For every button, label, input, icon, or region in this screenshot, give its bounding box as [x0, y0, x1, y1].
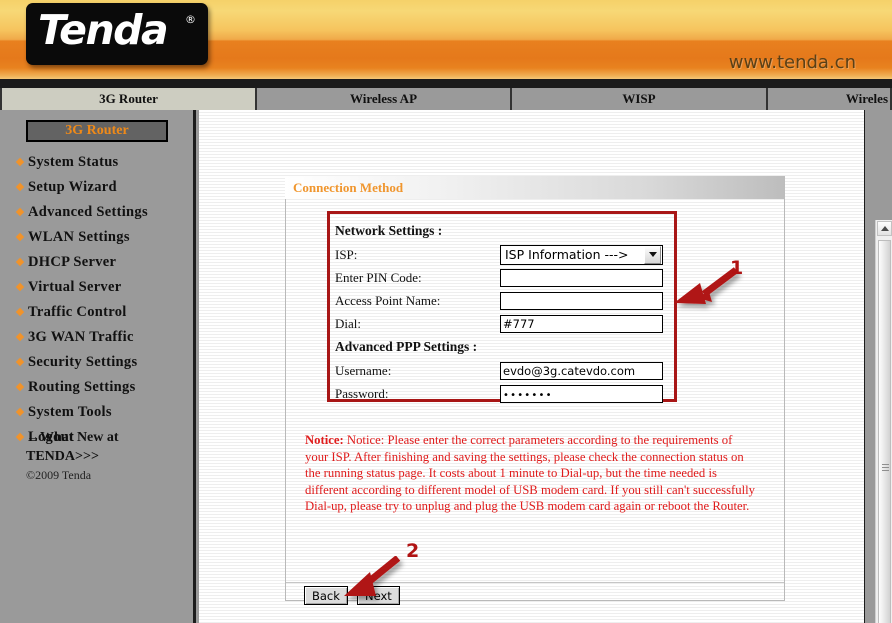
password-input[interactable]: ••••••• [500, 384, 663, 403]
diamond-bullet-icon [15, 332, 25, 342]
username-label: Username: [335, 362, 392, 378]
sidebar-item-wlan-settings[interactable]: WLAN Settings [0, 225, 196, 250]
banner-divider [0, 79, 892, 88]
sidebar-item-routing-settings[interactable]: Routing Settings [0, 375, 196, 400]
diamond-bullet-icon [15, 282, 25, 292]
mode-tab-bar: 3G Router Wireless AP WISP Wireles [0, 88, 892, 110]
sidebar-item-traffic-control[interactable]: Traffic Control [0, 300, 196, 325]
tab-wireless-ap[interactable]: Wireless AP [257, 88, 512, 110]
diamond-bullet-icon [15, 232, 25, 242]
sidebar-item-label: System Tools [28, 404, 112, 420]
dial-input[interactable] [500, 314, 663, 333]
sidebar-item-label: Security Settings [28, 354, 138, 370]
sidebar-item-label: WLAN Settings [28, 229, 130, 245]
sidebar-item-label: Setup Wizard [28, 179, 117, 195]
sidebar-item-label: Traffic Control [28, 304, 127, 320]
advanced-ppp-heading: Advanced PPP Settings : [335, 339, 478, 354]
sidebar-item-label: Advanced Settings [28, 204, 148, 220]
page-title: Connection Method [293, 179, 404, 195]
page-scrollbar[interactable] [875, 220, 892, 623]
content-right-edge [864, 110, 865, 623]
password-label: Password: [335, 385, 389, 401]
sidebar-item-label: Virtual Server [28, 279, 122, 295]
diamond-bullet-icon [15, 407, 25, 417]
page-banner: Tenda ® www.tenda.cn [0, 0, 892, 79]
sidebar-item-dhcp-server[interactable]: DHCP Server [0, 250, 196, 275]
page-body: 3G Router System Status Setup Wizard Adv… [0, 110, 892, 623]
pin-code-label: Enter PIN Code: [335, 269, 422, 285]
scrollbar-grip-icon [882, 463, 889, 472]
diamond-bullet-icon [15, 382, 25, 392]
logo-wordmark: Tenda [38, 6, 169, 54]
isp-row: ISP: ISP Information ---> [335, 243, 669, 266]
sidebar-item-virtual-server[interactable]: Virtual Server [0, 275, 196, 300]
access-point-name-row: Access Point Name: [335, 289, 669, 312]
content-area: Connection Method Network Settings : ISP… [199, 110, 865, 623]
sidebar-item-system-status[interactable]: System Status [0, 150, 196, 175]
scroll-up-icon[interactable] [877, 221, 892, 236]
sidebar-item-3g-wan-traffic[interactable]: 3G WAN Traffic [0, 325, 196, 350]
network-settings-heading: Network Settings : [335, 223, 443, 238]
access-point-name-input[interactable] [500, 291, 663, 310]
network-settings-form: Network Settings : ISP: ISP Information … [335, 219, 669, 403]
notice-text: Notice: Notice: Please enter the correct… [305, 432, 755, 515]
button-bar: Back Next [304, 586, 400, 605]
network-settings-highlight-box: Network Settings : ISP: ISP Information … [327, 211, 677, 403]
sidebar-item-security-settings[interactable]: Security Settings [0, 350, 196, 375]
diamond-bullet-icon [15, 182, 25, 192]
annotation-number-2: 2 [406, 540, 420, 562]
tab-wisp[interactable]: WISP [512, 88, 768, 110]
pin-code-row: Enter PIN Code: [335, 266, 669, 289]
site-url: www.tenda.cn [728, 52, 856, 73]
pin-code-input[interactable] [500, 268, 663, 287]
chevron-down-icon[interactable] [644, 245, 661, 264]
tenda-logo: Tenda ® [26, 3, 208, 65]
isp-label: ISP: [335, 246, 358, 262]
sidebar-item-label: Routing Settings [28, 379, 136, 395]
diamond-bullet-icon [15, 357, 25, 367]
diamond-bullet-icon [15, 207, 25, 217]
sidebar-item-system-tools[interactable]: System Tools [0, 400, 196, 425]
notice-body: Notice: Please enter the correct paramet… [305, 433, 755, 514]
isp-select[interactable]: ISP Information ---> [500, 244, 663, 265]
whats-new-link[interactable]: →What New at TENDA>>> [26, 428, 181, 466]
annotation-number-1: 1 [730, 257, 744, 279]
access-point-name-label: Access Point Name: [335, 292, 441, 308]
username-row: Username: [335, 359, 669, 382]
tab-3g-router[interactable]: 3G Router [0, 88, 257, 110]
diamond-bullet-icon [15, 257, 25, 267]
sidebar-nav: System Status Setup Wizard Advanced Sett… [0, 150, 196, 450]
notice-prefix: Notice: [305, 433, 344, 447]
diamond-bullet-icon [15, 432, 25, 442]
username-input[interactable] [500, 361, 663, 380]
next-button[interactable]: Next [356, 586, 400, 605]
copyright-text: ©2009 Tenda [26, 468, 92, 482]
tab-wireless-client[interactable]: Wireles [768, 88, 892, 110]
dial-label: Dial: [335, 315, 361, 331]
sidebar-item-setup-wizard[interactable]: Setup Wizard [0, 175, 196, 200]
sidebar-item-label: 3G WAN Traffic [28, 329, 134, 345]
password-row: Password: ••••••• [335, 382, 669, 405]
sidebar-title: 3G Router [26, 120, 168, 142]
connection-method-header: Connection Method [285, 176, 785, 199]
diamond-bullet-icon [15, 307, 25, 317]
sidebar-item-label: System Status [28, 154, 119, 170]
password-masked-value: ••••••• [503, 389, 553, 401]
diamond-bullet-icon [15, 157, 25, 167]
dial-row: Dial: [335, 312, 669, 335]
sidebar-item-label: DHCP Server [28, 254, 117, 270]
back-button[interactable]: Back [304, 586, 348, 605]
sidebar-item-advanced-settings[interactable]: Advanced Settings [0, 200, 196, 225]
router-admin-page: Tenda ® www.tenda.cn 3G Router Wireless … [0, 0, 892, 623]
registered-trademark-icon: ® [185, 13, 196, 26]
scrollbar-thumb[interactable] [878, 240, 891, 623]
button-bar-divider [286, 582, 784, 583]
isp-select-value: ISP Information ---> [505, 247, 629, 262]
sidebar: 3G Router System Status Setup Wizard Adv… [0, 110, 196, 623]
